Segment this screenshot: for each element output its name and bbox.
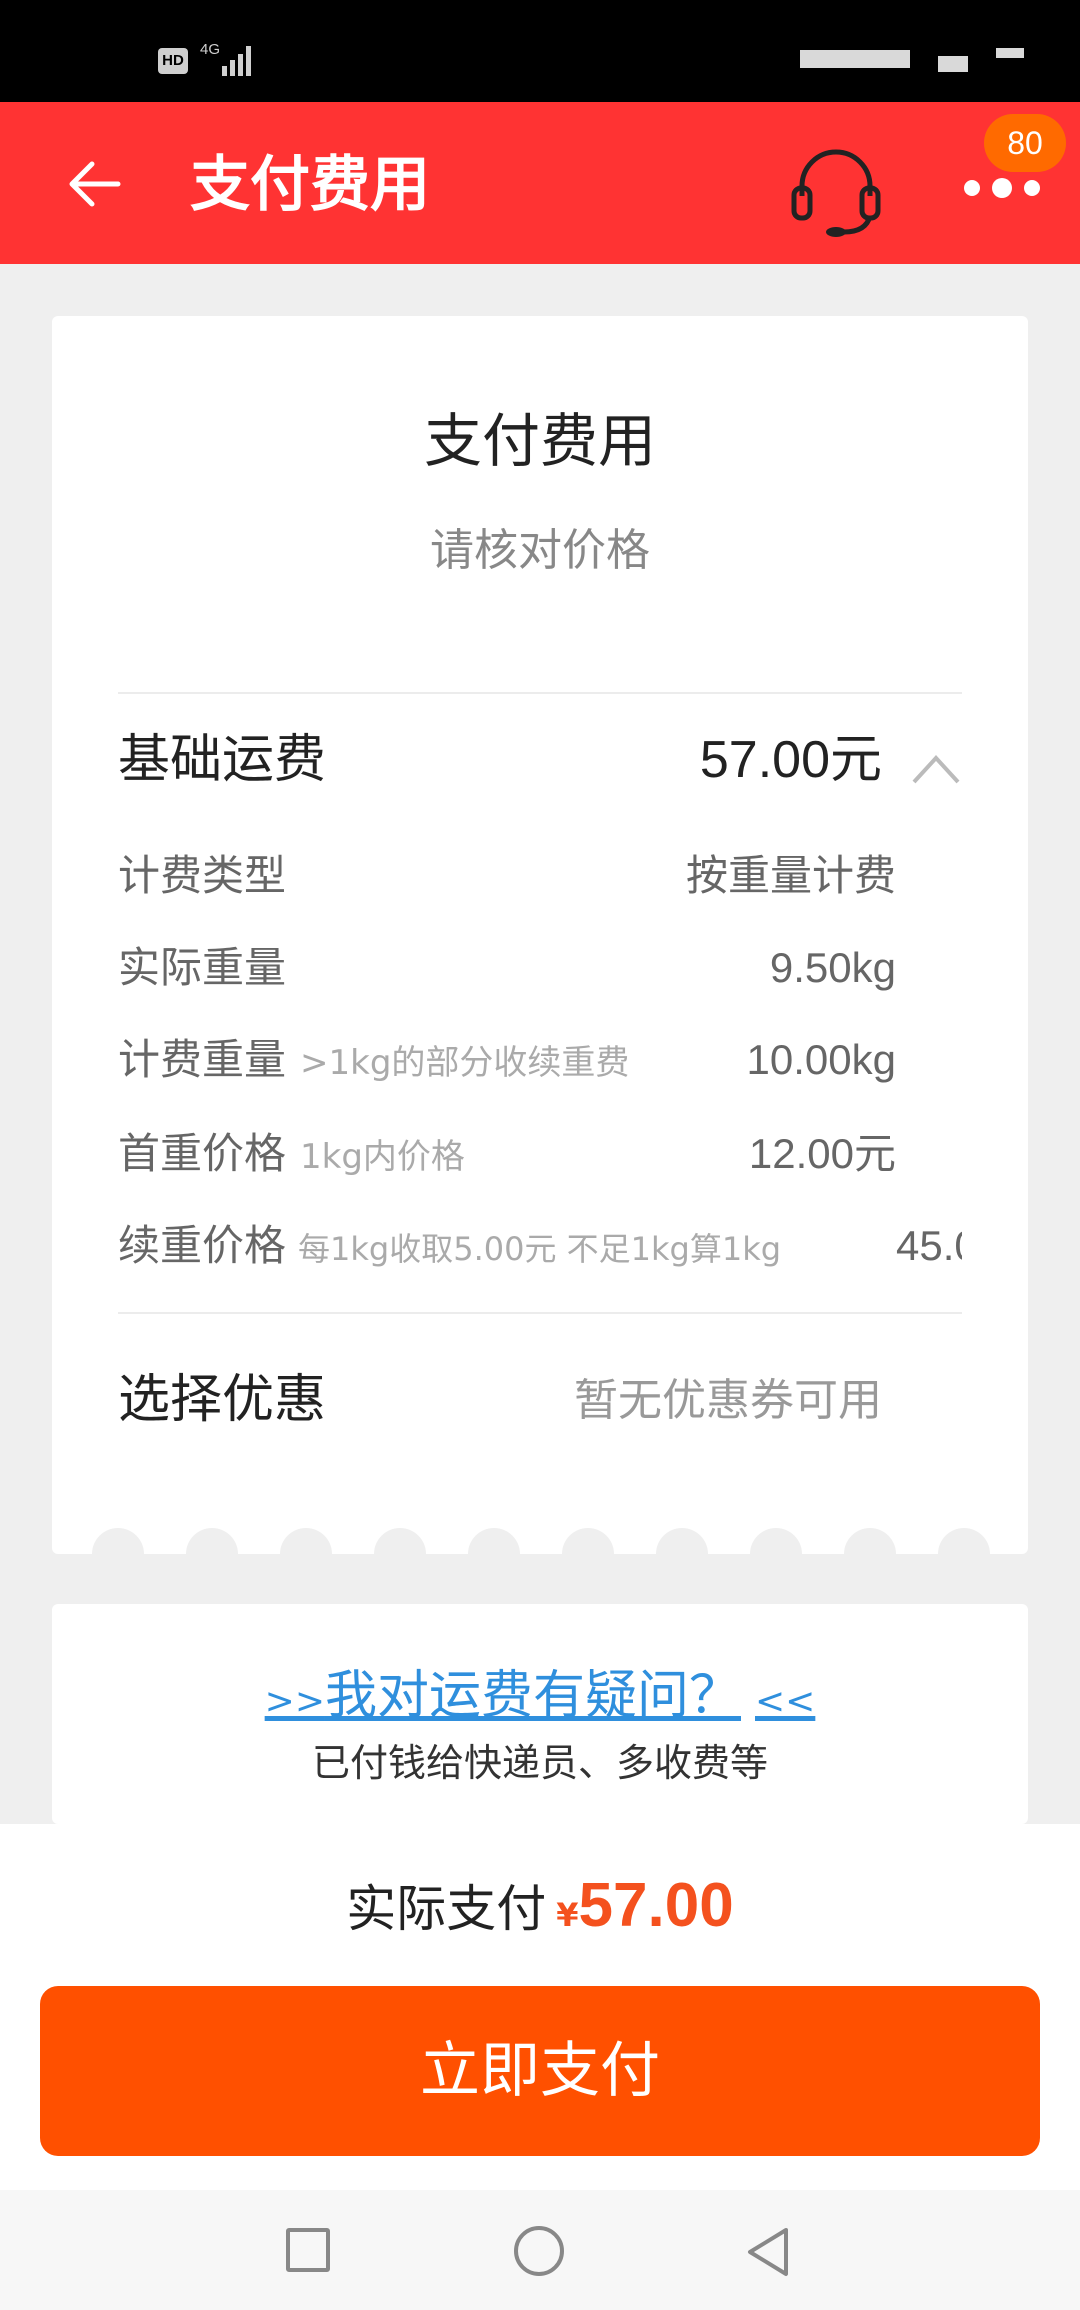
message-count-badge: 80 <box>984 114 1066 172</box>
row-value: 按重量计费 <box>685 852 896 899</box>
battery-icon <box>938 56 968 72</box>
hd-indicator: HD <box>158 48 188 74</box>
link-suffix: << <box>755 1681 816 1722</box>
row-label: 首重价格 <box>118 1129 287 1178</box>
fee-row-actual-weight: 实际重量 9.50kg <box>118 938 962 998</box>
ticket-edge <box>52 1528 1028 1556</box>
payment-amount: 57.00 <box>578 1871 734 1940</box>
home-icon[interactable] <box>514 2226 564 2276</box>
signal-icon <box>222 44 256 76</box>
payment-summary: 实际支付 ¥57.00 <box>0 1866 1080 1961</box>
fee-card: 支付费用 请核对价格 基础运费 57.00元 计费类型 按重量计费 实际重量 9… <box>52 316 1028 1554</box>
row-note: 1kg内价格 <box>300 1137 465 1177</box>
payment-label: 实际支付 <box>346 1880 547 1938</box>
card-subtitle: 请核对价格 <box>430 525 650 576</box>
fee-question-description: 已付钱给快递员、多收费等 <box>311 1741 768 1785</box>
fee-row-billed-weight: 计费重量 >1kg的部分收续重费 10.00kg <box>118 1030 962 1090</box>
fee-question-card: >>我对运费有疑问？ << 已付钱给快递员、多收费等 <box>52 1604 1028 1824</box>
pay-now-button[interactable]: 立即支付 <box>40 1986 1040 2156</box>
clock <box>996 48 1024 58</box>
link-text: 我对运费有疑问？ <box>324 1666 741 1726</box>
row-value: 10.00kg <box>746 1036 896 1083</box>
chevron-up-icon[interactable] <box>910 750 962 786</box>
row-note: 每1kg收取5.00元 不足1kg算1kg <box>298 1230 782 1268</box>
row-label: 计费重量 <box>118 1035 287 1084</box>
back-triangle-icon[interactable] <box>740 2224 796 2280</box>
divider <box>118 692 962 694</box>
status-bar: HD 4G <box>0 0 1080 102</box>
row-note: >1kg的部分收续重费 <box>300 1043 630 1083</box>
fee-row-first-weight-price: 首重价格 1kg内价格 12.00元 <box>118 1124 962 1184</box>
row-value: 9.50kg <box>769 944 896 991</box>
row-value: 12.00元 <box>748 1130 896 1177</box>
row-value: 45.00元 <box>896 1222 962 1269</box>
back-arrow-icon[interactable] <box>62 152 126 216</box>
recent-apps-icon[interactable] <box>286 2228 330 2272</box>
promo-value[interactable]: 暂无优惠券可用 <box>574 1372 882 1430</box>
row-label: 实际重量 <box>118 943 287 992</box>
base-fee-label[interactable]: 基础运费 <box>118 728 326 792</box>
customer-service-icon[interactable] <box>786 138 886 238</box>
fee-row-additional-weight-price: 续重价格每1kg收取5.00元 不足1kg算1kg 45.00元 <box>118 1216 962 1276</box>
status-icons <box>800 50 910 68</box>
base-fee-amount[interactable]: 57.00元 <box>700 728 882 792</box>
page-title: 支付费用 <box>190 150 430 220</box>
card-title: 支付费用 <box>423 407 656 475</box>
system-nav-bar <box>0 2190 1080 2310</box>
fee-question-link[interactable]: >>我对运费有疑问？ << <box>52 1664 1028 1734</box>
divider <box>118 1312 962 1314</box>
fee-row-billing-type: 计费类型 按重量计费 <box>118 846 962 906</box>
payment-bar: 实际支付 ¥57.00 立即支付 <box>0 1824 1080 2190</box>
promo-label[interactable]: 选择优惠 <box>118 1368 326 1432</box>
currency-symbol: ¥ <box>556 1896 579 1934</box>
network-type: 4G <box>200 41 221 58</box>
row-label: 续重价格 <box>118 1221 287 1270</box>
link-prefix: >> <box>264 1681 325 1722</box>
row-label: 计费类型 <box>118 851 287 900</box>
app-header: 支付费用 <box>0 102 1080 264</box>
